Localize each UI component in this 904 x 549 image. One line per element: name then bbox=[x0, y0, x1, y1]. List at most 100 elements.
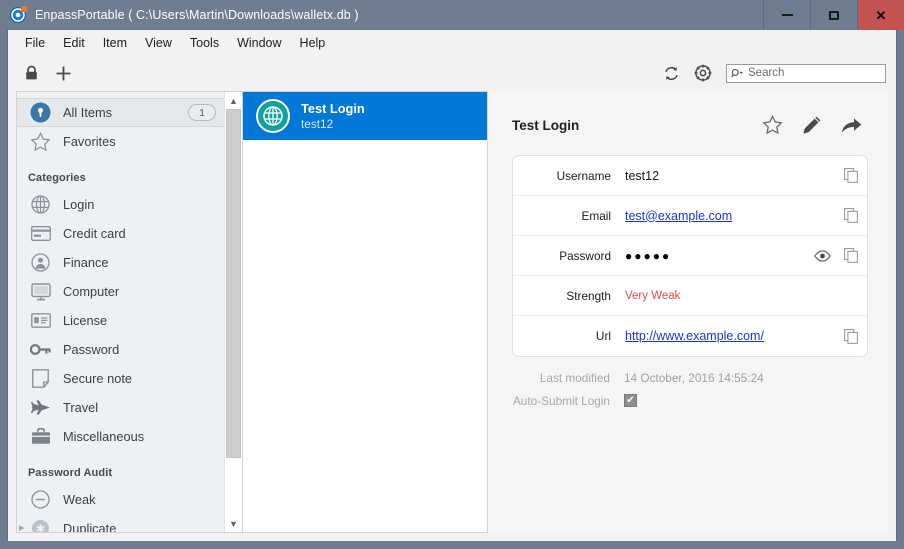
field-value-email[interactable]: test@example.com bbox=[625, 209, 834, 223]
sidebar-item-label: Password bbox=[63, 342, 120, 357]
field-label: Email bbox=[581, 208, 612, 223]
sidebar-item-weak[interactable]: Weak bbox=[17, 485, 224, 514]
minimize-button[interactable] bbox=[763, 0, 810, 30]
window-title: EnpassPortable ( C:\Users\Martin\Downloa… bbox=[35, 8, 359, 22]
credit-card-icon bbox=[29, 222, 52, 245]
sidebar-item-favorites[interactable]: Favorites bbox=[17, 127, 224, 156]
search-input[interactable]: Search bbox=[726, 63, 886, 83]
menu-item-edit[interactable]: Edit bbox=[54, 33, 94, 53]
monitor-icon bbox=[29, 280, 52, 303]
field-label: Url bbox=[595, 329, 611, 343]
sidebar-categories-heading: Categories bbox=[28, 172, 86, 184]
menu-item-view[interactable]: View bbox=[136, 33, 181, 53]
sidebar-item-label: All Items bbox=[63, 105, 113, 120]
field-row-password: Password ●●●●● bbox=[513, 236, 867, 276]
close-icon: ✕ bbox=[875, 7, 887, 23]
sidebar: All Items 1 Favorites Categories Login C… bbox=[16, 91, 243, 533]
key-icon bbox=[29, 338, 52, 361]
plus-icon[interactable] bbox=[55, 65, 72, 82]
title-bar: EnpassPortable ( C:\Users\Martin\Downloa… bbox=[0, 0, 904, 30]
reveal-eye-icon[interactable] bbox=[814, 249, 831, 262]
window-controls: ✕ bbox=[763, 0, 904, 30]
sidebar-item-license[interactable]: License bbox=[17, 306, 224, 335]
menu-item-help[interactable]: Help bbox=[291, 33, 335, 53]
field-row-url: Url http://www.example.com/ bbox=[513, 316, 867, 356]
sidebar-scrollbar[interactable]: ▲ ▼ bbox=[224, 92, 242, 532]
maximize-icon bbox=[829, 10, 839, 20]
star-outline-icon bbox=[762, 115, 783, 135]
field-label: Password bbox=[559, 248, 611, 263]
last-modified-value: 14 October, 2016 14:55:24 bbox=[624, 370, 764, 385]
sync-refresh-icon[interactable] bbox=[663, 65, 680, 82]
sidebar-item-label: License bbox=[63, 313, 108, 328]
maximize-button[interactable] bbox=[810, 0, 857, 30]
edit-button[interactable] bbox=[802, 115, 822, 135]
field-value-password: ●●●●● bbox=[625, 248, 672, 263]
scroll-down-arrow-icon[interactable]: ▼ bbox=[225, 515, 242, 532]
field-label: Username bbox=[556, 168, 611, 183]
pencil-icon bbox=[803, 116, 821, 134]
sidebar-item-all-items[interactable]: All Items 1 bbox=[17, 98, 224, 127]
list-item-title: Test Login bbox=[301, 100, 365, 116]
sidebar-audit-heading: Password Audit bbox=[28, 467, 113, 479]
sidebar-item-label: Secure note bbox=[63, 371, 133, 386]
close-button[interactable]: ✕ bbox=[857, 0, 904, 30]
list-item-subtitle: test12 bbox=[301, 116, 334, 131]
toolbar: Search bbox=[8, 55, 896, 91]
sidebar-item-duplicate[interactable]: ▸ Duplicate bbox=[17, 514, 224, 532]
meta-row-auto-submit: Auto-Submit Login ✔ bbox=[512, 389, 868, 412]
scrollbar-track[interactable] bbox=[225, 109, 242, 515]
menu-item-tools[interactable]: Tools bbox=[181, 33, 228, 53]
menu-item-window[interactable]: Window bbox=[228, 33, 290, 53]
sidebar-item-travel[interactable]: Travel bbox=[17, 393, 224, 422]
sidebar-item-finance[interactable]: Finance bbox=[17, 248, 224, 277]
menu-item-item[interactable]: Item bbox=[94, 33, 136, 53]
sidebar-item-label: Favorites bbox=[63, 134, 116, 149]
meta-label: Last modified bbox=[539, 370, 610, 385]
sidebar-content: All Items 1 Favorites Categories Login C… bbox=[17, 92, 224, 532]
scroll-up-arrow-icon[interactable]: ▲ bbox=[225, 92, 242, 109]
list-item[interactable]: Test Login test12 bbox=[243, 92, 487, 140]
sidebar-item-credit-card[interactable]: Credit card bbox=[17, 219, 224, 248]
sidebar-item-label: Login bbox=[63, 197, 95, 212]
sidebar-item-label: Computer bbox=[63, 284, 120, 299]
sidebar-item-label: Travel bbox=[63, 400, 99, 415]
auto-submit-checkbox[interactable]: ✔ bbox=[624, 394, 637, 407]
share-button[interactable] bbox=[841, 117, 862, 134]
lock-icon[interactable] bbox=[24, 65, 39, 81]
copy-icon[interactable] bbox=[844, 168, 858, 183]
keyhole-circle-icon bbox=[29, 101, 52, 124]
detail-pane: Test Login Username test12 Email test@ex… bbox=[488, 91, 888, 533]
share-arrow-icon bbox=[841, 117, 862, 133]
copy-icon[interactable] bbox=[844, 328, 858, 344]
airplane-icon bbox=[29, 396, 52, 419]
minus-circle-icon bbox=[29, 488, 52, 511]
menu-item-file[interactable]: File bbox=[16, 33, 54, 53]
sidebar-item-login[interactable]: Login bbox=[17, 190, 224, 219]
chevron-right-icon[interactable]: ▸ bbox=[19, 523, 25, 533]
sidebar-item-secure-note[interactable]: Secure note bbox=[17, 364, 224, 393]
globe-icon bbox=[256, 99, 290, 133]
briefcase-icon bbox=[29, 425, 52, 448]
sidebar-item-label: Duplicate bbox=[63, 521, 117, 532]
copy-icon[interactable] bbox=[844, 208, 858, 223]
field-value-url[interactable]: http://www.example.com/ bbox=[625, 329, 834, 343]
globe-icon bbox=[29, 193, 52, 216]
copy-icon[interactable] bbox=[844, 248, 858, 263]
menu-bar: File Edit Item View Tools Window Help bbox=[8, 30, 896, 55]
sidebar-item-label: Weak bbox=[63, 492, 96, 507]
minimize-icon bbox=[781, 14, 793, 16]
detail-actions bbox=[762, 115, 868, 135]
sidebar-item-miscellaneous[interactable]: Miscellaneous bbox=[17, 422, 224, 451]
search-magnifier-dropdown-icon bbox=[731, 68, 744, 78]
scrollbar-thumb[interactable] bbox=[226, 109, 241, 459]
client-area: File Edit Item View Tools Window Help Se… bbox=[7, 30, 897, 541]
sidebar-item-computer[interactable]: Computer bbox=[17, 277, 224, 306]
enpass-logo-icon bbox=[10, 6, 27, 23]
gear-icon[interactable] bbox=[694, 64, 712, 82]
favorite-star-button[interactable] bbox=[762, 115, 783, 135]
sidebar-item-label: Credit card bbox=[63, 226, 126, 241]
sidebar-item-password[interactable]: Password bbox=[17, 335, 224, 364]
meta-label: Auto-Submit Login bbox=[512, 393, 610, 408]
detail-field-card: Username test12 Email test@example.com P… bbox=[512, 155, 868, 357]
